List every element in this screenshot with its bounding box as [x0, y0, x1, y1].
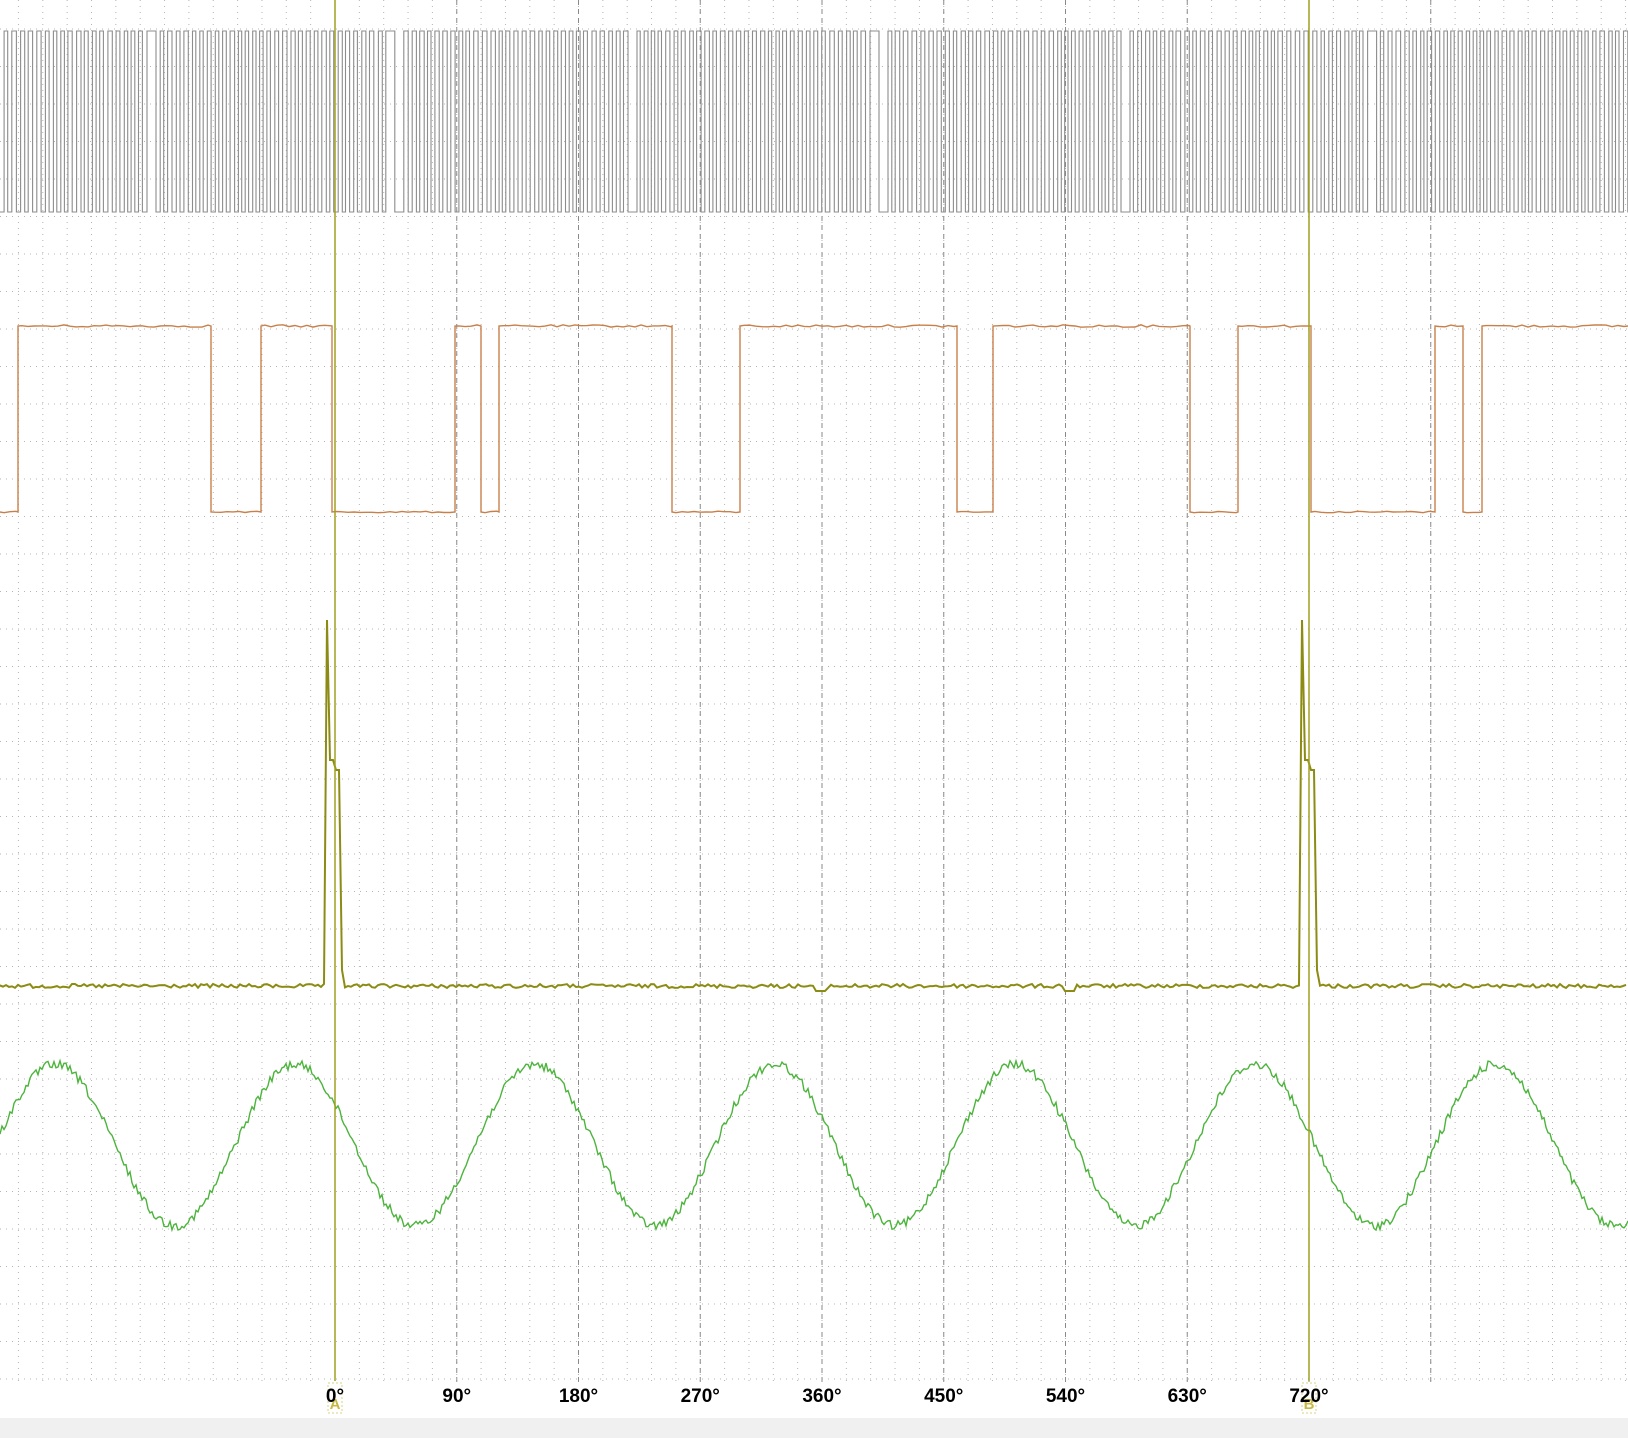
channel-b-trace	[0, 324, 1628, 514]
phase-tick-label: 720°	[1289, 1386, 1328, 1407]
channel-c-waveform	[0, 619, 1627, 992]
channel-d-waveform	[0, 1058, 1628, 1233]
oscilloscope-window: AB 0° 90° 180° 270° 360° 450° 540° 630° 720°	[0, 0, 1628, 1438]
waveform-display: AB 0° 90° 180° 270° 360° 450° 540° 630° 720°	[0, 0, 1628, 1414]
phase-tick-label: 450°	[924, 1386, 963, 1407]
channel-a-waveform	[0, 30, 1628, 213]
phase-tick-label: 270°	[681, 1386, 720, 1407]
phase-tick-label: 180°	[559, 1386, 598, 1407]
channel-c-trace	[0, 619, 1627, 992]
channel-d-trace	[0, 1058, 1628, 1233]
channel-a-trace	[0, 30, 1628, 213]
status-strip	[0, 1418, 1628, 1438]
phase-tick-label: 90°	[442, 1386, 471, 1407]
phase-tick-label: 0°	[326, 1386, 344, 1407]
channel-b-waveform	[0, 324, 1628, 514]
phase-axis: 0° 90° 180° 270° 360° 450° 540° 630° 720°	[326, 1386, 1329, 1407]
phase-tick-label: 360°	[802, 1386, 841, 1407]
phase-tick-label: 630°	[1168, 1386, 1207, 1407]
phase-tick-label: 540°	[1046, 1386, 1085, 1407]
